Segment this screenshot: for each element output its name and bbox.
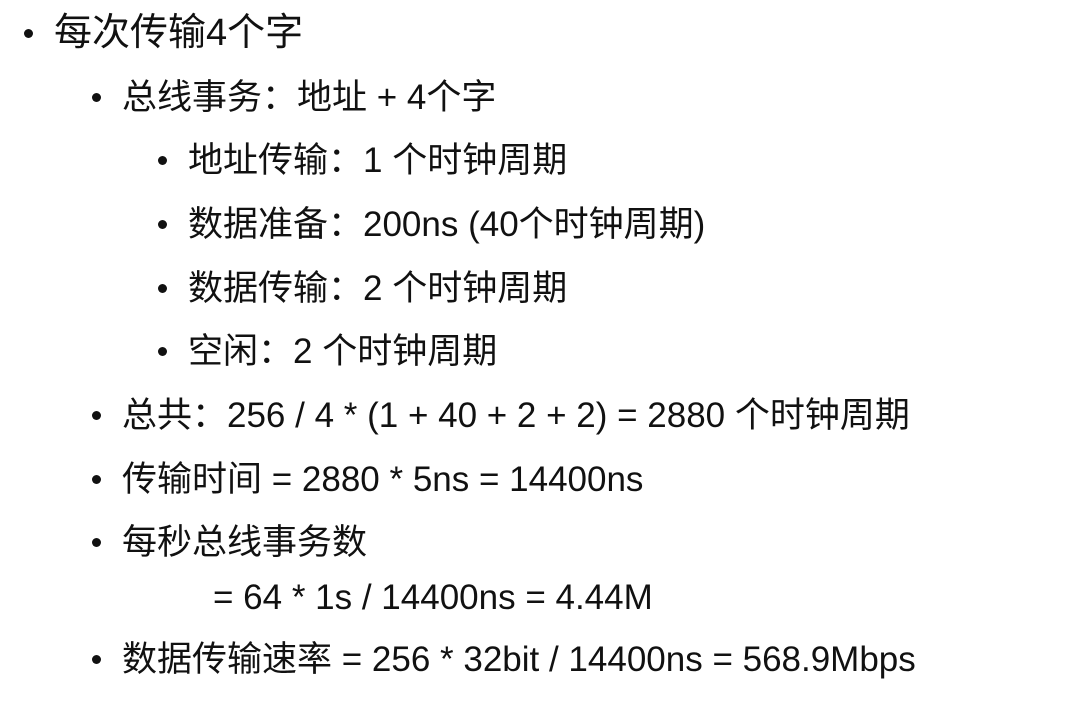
bullet-dot-icon: [158, 347, 167, 356]
bullet-dot-icon: [92, 93, 101, 102]
bullet-text: = 64 * 1s / 14400ns = 4.44M: [213, 578, 653, 617]
bullet-text: 传输时间 = 2880 * 5ns = 14400ns: [122, 460, 644, 499]
bullet-dot-icon: [158, 220, 167, 229]
bullet-text: 数据传输速率 = 256 * 32bit / 14400ns = 568.9Mb…: [122, 640, 916, 679]
bullet-text: 总线事务：地址 + 4个字: [122, 78, 497, 117]
bullet-item-level3: 地址传输：1 个时钟周期: [0, 143, 1085, 181]
bullet-text: 空闲：2 个时钟周期: [188, 332, 498, 371]
bullet-text: 地址传输：1 个时钟周期: [188, 141, 568, 180]
bullet-dot-icon: [92, 411, 101, 420]
bullet-dot-icon: [158, 156, 167, 165]
bullet-text: 总共：256 / 4 * (1 + 40 + 2 + 2) = 2880 个时钟…: [122, 396, 910, 435]
bullet-text: 每秒总线事务数: [122, 523, 368, 562]
bullet-item-level3: 空闲：2 个时钟周期: [0, 334, 1085, 372]
bullet-item-level2: 每秒总线事务数: [0, 525, 1085, 563]
bullet-item-level1: 每次传输4个字: [0, 14, 1085, 54]
bullet-dot-icon: [158, 284, 167, 293]
bullet-dot-icon: [24, 29, 33, 38]
bullet-item-level2: 总共：256 / 4 * (1 + 40 + 2 + 2) = 2880 个时钟…: [0, 398, 1085, 436]
bullet-dot-icon: [92, 538, 101, 547]
bullet-text: 数据传输：2 个时钟周期: [188, 269, 568, 308]
bullet-item-level2: 传输时间 = 2880 * 5ns = 14400ns: [0, 462, 1085, 500]
bullet-item-level3: 数据准备：200ns (40个时钟周期): [0, 207, 1085, 245]
bullet-item-level2: 总线事务：地址 + 4个字: [0, 80, 1085, 118]
bullet-text: 数据准备：200ns (40个时钟周期): [188, 205, 706, 244]
bullet-dot-icon: [92, 655, 101, 664]
bullet-text: 每次传输4个字: [54, 12, 304, 54]
bullet-item-level2: 数据传输速率 = 256 * 32bit / 14400ns = 568.9Mb…: [0, 642, 1085, 680]
bullet-dot-icon: [92, 475, 101, 484]
bullet-item-level3: 数据传输：2 个时钟周期: [0, 271, 1085, 309]
continuation-line: = 64 * 1s / 14400ns = 4.44M: [0, 580, 1085, 618]
